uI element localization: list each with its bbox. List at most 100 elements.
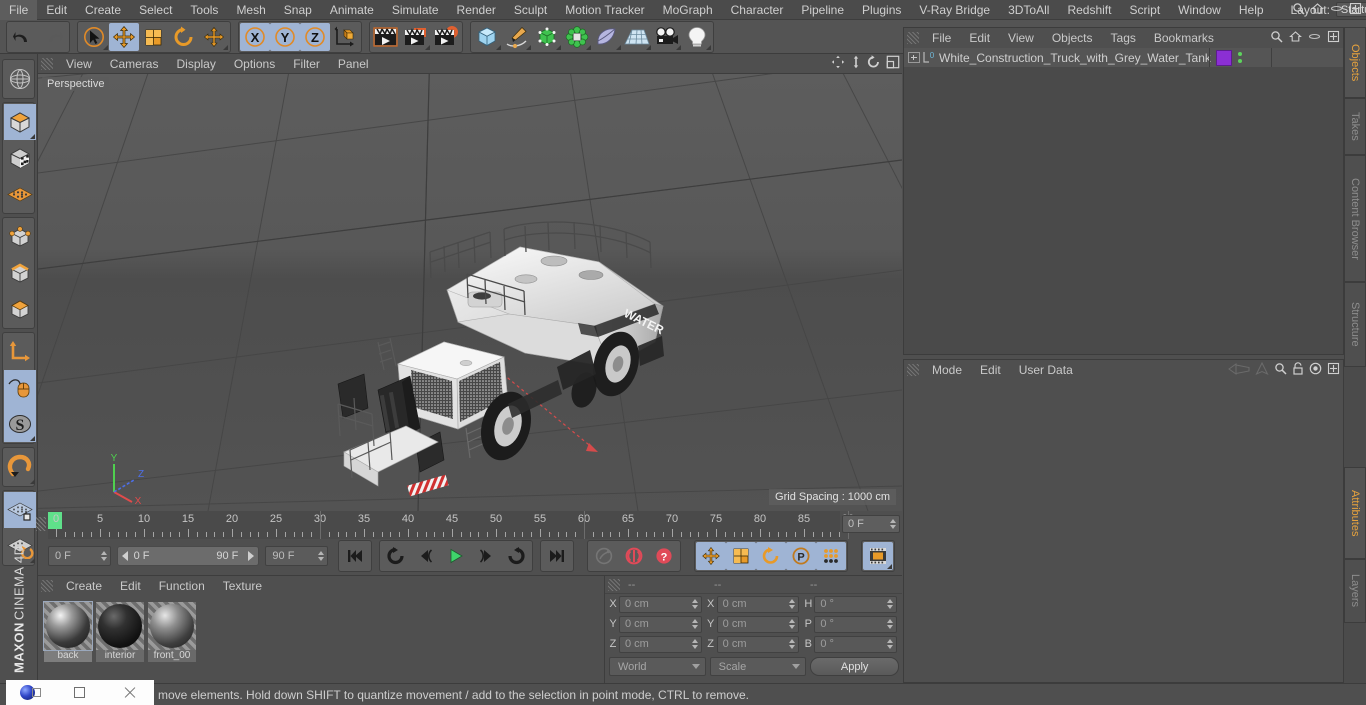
make-editable-icon[interactable] [4,61,36,97]
play-icon[interactable] [441,542,471,570]
menu-item-3dtoall[interactable]: 3DToAll [999,0,1058,20]
minimize-icon[interactable] [1330,2,1343,18]
coord-input-position[interactable]: 0 cm [619,595,702,613]
polygon-mode-icon[interactable] [4,291,36,327]
menu-item-tools[interactable]: Tools [181,0,227,20]
stepper-icon[interactable] [789,599,796,609]
range-right-arrow-icon[interactable] [248,551,255,561]
step-back-icon[interactable] [411,542,441,570]
coord-input-rotation[interactable]: 0 ° [814,635,898,653]
panel-grip-icon[interactable] [907,364,919,376]
coord-input-size[interactable]: 0 cm [716,595,800,613]
menu-item-select[interactable]: Select [130,0,181,20]
previous-keyframe-icon[interactable] [381,542,411,570]
move-alt-icon[interactable] [199,23,229,51]
object-menu-view[interactable]: View [999,28,1043,48]
vtab-structure[interactable]: Structure [1344,282,1366,367]
attribute-content-area[interactable] [904,380,1343,682]
search-icon[interactable] [1292,2,1305,18]
panel-grip-icon[interactable] [907,32,919,44]
menu-item-file[interactable]: File [0,0,38,20]
redo-icon[interactable] [38,23,68,51]
close-icon[interactable] [105,680,154,705]
end-frame-field[interactable]: 90 F [265,546,328,566]
go-to-start-icon[interactable] [340,542,370,570]
search-icon[interactable] [1274,362,1287,378]
menu-item-mesh[interactable]: Mesh [227,0,274,20]
move-icon[interactable] [109,22,139,51]
app-orb-icon[interactable] [6,680,55,705]
go-to-end-icon[interactable] [542,542,572,570]
stepper-icon[interactable] [691,619,698,629]
stepper-icon[interactable] [887,619,894,629]
stepper-icon[interactable] [318,551,324,561]
forward-nav-icon[interactable] [1255,361,1269,378]
new-layer-icon[interactable] [1327,30,1340,46]
object-menu-bookmarks[interactable]: Bookmarks [1145,28,1223,48]
current-frame-field[interactable]: 0 F [842,515,900,533]
panel-grip-icon[interactable] [36,517,46,531]
object-tree-row[interactable]: 0 White_Construction_Truck_with_Grey_Wate… [904,48,1343,67]
menu-item-pipeline[interactable]: Pipeline [792,0,853,20]
stepper-icon[interactable] [691,599,698,609]
z-axis-icon[interactable]: Z [300,22,330,51]
stepper-icon[interactable] [100,551,107,561]
live-selection-icon[interactable] [79,23,109,51]
viewport-menu-display[interactable]: Display [167,54,224,74]
cube-primitive-icon[interactable] [472,23,502,51]
stepper-icon[interactable] [691,639,698,649]
menu-item-character[interactable]: Character [722,0,793,20]
viewport-solo-icon[interactable] [4,370,36,406]
start-frame-field[interactable]: 0 F [48,546,111,566]
panel-grip-icon[interactable] [41,580,53,592]
viewport-menu-view[interactable]: View [57,54,101,74]
apply-button[interactable]: Apply [810,657,900,676]
frame-range-slider[interactable]: 0 F 90 F [116,546,260,566]
menu-item-v-ray-bridge[interactable]: V-Ray Bridge [910,0,999,20]
vtab-layers[interactable]: Layers [1344,559,1366,623]
expand-icon[interactable] [908,52,920,63]
point-mode-icon[interactable] [4,219,36,255]
menu-item-plugins[interactable]: Plugins [853,0,910,20]
spline-pen-icon[interactable] [502,23,532,51]
timeline-icon[interactable] [863,542,893,570]
camera-icon[interactable] [652,23,682,51]
menu-item-script[interactable]: Script [1120,0,1169,20]
scene-model-truck[interactable]: WATER [38,74,902,511]
lock-icon[interactable] [1292,362,1304,378]
attribute-menu-mode[interactable]: Mode [923,360,971,380]
stepper-icon[interactable] [887,599,894,609]
menu-item-window[interactable]: Window [1169,0,1230,20]
menu-item-animate[interactable]: Animate [321,0,383,20]
model-mode-icon[interactable] [4,104,36,140]
material-swatch[interactable]: interior [96,602,144,662]
coord-input-position[interactable]: 0 cm [619,615,702,633]
light-icon[interactable] [682,23,712,51]
vtab-takes[interactable]: Takes [1344,98,1366,155]
home-icon[interactable] [1311,2,1324,18]
ellipse-icon[interactable] [1308,30,1321,46]
deformer-icon[interactable] [562,23,592,51]
material-menu-function[interactable]: Function [150,576,214,596]
coordinate-mode-dropdown[interactable]: Scale [709,657,807,676]
back-nav-icon[interactable] [1228,362,1250,378]
magnet-icon[interactable] [4,449,36,485]
target-icon[interactable] [1309,362,1322,378]
menu-item-redshift[interactable]: Redshift [1058,0,1120,20]
menu-item-render[interactable]: Render [448,0,505,20]
scale-icon[interactable] [139,23,169,51]
world-coordinates-icon[interactable] [330,23,360,51]
rotate-view-icon[interactable] [867,55,881,72]
timeline-ruler[interactable]: 051015202530354045505560657075808590 [36,511,854,539]
maximize-icon[interactable] [1349,2,1362,18]
visibility-dots-icon[interactable] [1238,52,1242,63]
edge-mode-icon[interactable] [4,255,36,291]
stepper-icon[interactable] [789,619,796,629]
floor-icon[interactable] [622,23,652,51]
coord-input-size[interactable]: 0 cm [716,635,800,653]
material-menu-edit[interactable]: Edit [111,576,150,596]
coord-input-rotation[interactable]: 0 ° [814,595,898,613]
minimize-icon[interactable] [55,680,104,705]
viewport-menu-filter[interactable]: Filter [284,54,329,74]
position-key-icon[interactable] [696,542,726,570]
